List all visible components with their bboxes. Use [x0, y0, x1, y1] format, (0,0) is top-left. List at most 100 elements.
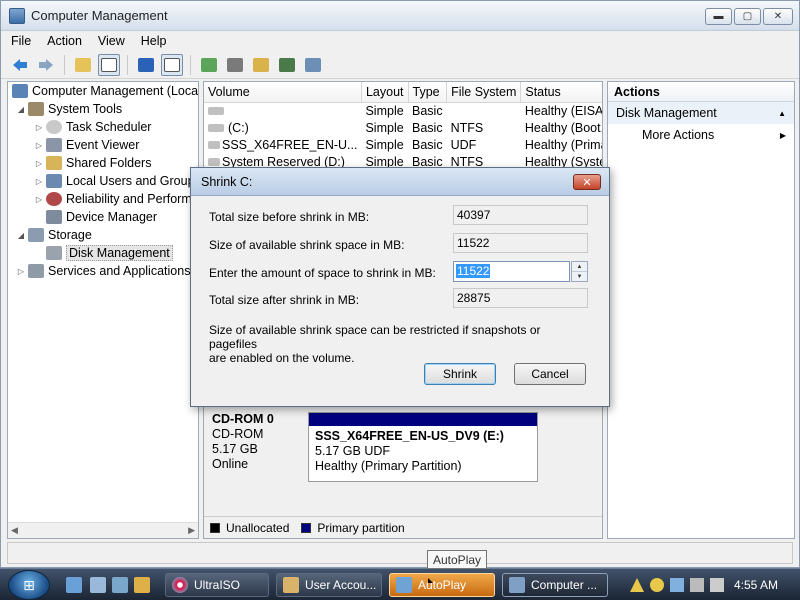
- expand-icon[interactable]: ▷: [34, 195, 44, 204]
- dialog-title-bar[interactable]: Shrink C:: [191, 168, 609, 196]
- properties-icon: [227, 57, 243, 72]
- column-header-volume[interactable]: Volume: [204, 82, 362, 103]
- total-after-value: 28875: [453, 288, 588, 308]
- show-desktop-icon[interactable]: [90, 577, 106, 593]
- actions-header: Actions: [608, 82, 794, 102]
- total-before-value: 40397: [453, 205, 588, 225]
- disk-map: CD-ROM 0 CD-ROM 5.17 GB Online SSS_X64FR…: [204, 402, 602, 522]
- up-one-level-button[interactable]: [72, 54, 94, 76]
- media-player-icon[interactable]: [134, 577, 150, 593]
- primary-partition-bar: [309, 413, 537, 426]
- table-row[interactable]: SSS_X64FREE_EN-U... Simple Basic UDF Hea…: [204, 136, 602, 153]
- column-header-layout[interactable]: Layout: [361, 82, 409, 103]
- switch-windows-icon[interactable]: [112, 577, 128, 593]
- minimize-button[interactable]: ▬: [705, 8, 732, 25]
- more-actions-item[interactable]: More Actions ▶: [608, 124, 794, 146]
- shrink-amount-label: Enter the amount of space to shrink in M…: [209, 266, 436, 280]
- collapse-icon[interactable]: ◢: [16, 231, 26, 240]
- spin-down-icon[interactable]: ▼: [572, 271, 587, 281]
- column-header-type[interactable]: Type: [408, 82, 448, 103]
- show-hide-tree-button[interactable]: [98, 53, 120, 76]
- maximize-button[interactable]: ▢: [734, 8, 761, 25]
- tree-item-task-scheduler[interactable]: ▷ Task Scheduler: [8, 118, 198, 136]
- back-button[interactable]: [9, 54, 31, 76]
- menu-file[interactable]: File: [11, 34, 31, 48]
- help-button[interactable]: [135, 54, 157, 76]
- table-row[interactable]: Simple Basic Healthy (EISA Con: [204, 102, 603, 119]
- expand-icon[interactable]: ▷: [34, 123, 44, 132]
- warning-icon[interactable]: [630, 578, 644, 592]
- file-system-cell: UDF: [450, 137, 477, 152]
- partition-block[interactable]: SSS_X64FREE_EN-US_DV9 (E:) 5.17 GB UDF H…: [308, 412, 538, 482]
- network-icon[interactable]: [670, 578, 684, 592]
- clock[interactable]: 4:55 AM: [734, 578, 778, 592]
- total-after-label: Total size after shrink in MB:: [209, 293, 360, 307]
- expand-icon[interactable]: ▷: [34, 159, 44, 168]
- tree-item-reliability[interactable]: ▷ Reliability and Perform: [8, 190, 198, 208]
- forward-button[interactable]: [35, 54, 57, 76]
- ie-quick-launch-icon[interactable]: [66, 577, 82, 593]
- tree-item-shared-folders[interactable]: ▷ Shared Folders: [8, 154, 198, 172]
- task-autoplay[interactable]: AutoPlay: [389, 573, 495, 597]
- shrink-amount-value: 11522: [456, 264, 491, 278]
- show-hide-action-pane-button[interactable]: [161, 53, 183, 76]
- task-ultraiso[interactable]: UltraISO: [165, 573, 269, 597]
- start-button[interactable]: ⊞: [8, 570, 50, 600]
- dialog-close-button[interactable]: ✕: [573, 174, 601, 190]
- spin-up-icon[interactable]: ▲: [572, 262, 587, 271]
- shared-folder-icon: [46, 156, 62, 170]
- tree-item-device-manager[interactable]: Device Manager: [8, 208, 198, 226]
- toolbar-separator: [190, 54, 191, 75]
- safely-remove-icon[interactable]: [710, 578, 724, 592]
- refresh-button[interactable]: [198, 54, 220, 76]
- volume-muted-icon[interactable]: [690, 578, 704, 592]
- task-computer-management[interactable]: Computer ...: [502, 573, 608, 597]
- shrink-button[interactable]: Shrink: [424, 363, 496, 385]
- properties-button[interactable]: [224, 54, 246, 76]
- expand-icon[interactable]: ▷: [34, 177, 44, 186]
- close-button[interactable]: ✕: [763, 8, 793, 25]
- tree-item-system-tools[interactable]: ◢ System Tools: [8, 100, 198, 118]
- shrink-amount-stepper[interactable]: ▲ ▼: [571, 261, 588, 282]
- menu-view[interactable]: View: [98, 34, 125, 48]
- column-header-file-system[interactable]: File System: [446, 82, 522, 103]
- tree-item-storage[interactable]: ◢ Storage: [8, 226, 198, 244]
- expand-icon[interactable]: ▷: [34, 141, 44, 150]
- cancel-button[interactable]: Cancel: [514, 363, 586, 385]
- open-button[interactable]: [250, 54, 272, 76]
- disk-label-cdrom-0[interactable]: CD-ROM 0 CD-ROM 5.17 GB Online: [208, 410, 304, 490]
- tree-item-computer-management[interactable]: Computer Management (Local: [8, 82, 198, 100]
- tree-item-local-users[interactable]: ▷ Local Users and Group: [8, 172, 198, 190]
- volume-name: SSS_X64FREE_EN-U...: [222, 137, 358, 152]
- tree-item-services-applications[interactable]: ▷ Services and Applications: [8, 262, 198, 280]
- window-title: Computer Management: [31, 8, 168, 23]
- scroll-left-icon[interactable]: ◀: [11, 525, 18, 536]
- show-hide-tree-icon: [101, 57, 117, 72]
- console-tree: Computer Management (Local ◢ System Tool…: [7, 81, 199, 539]
- collapse-arrow-icon[interactable]: ▲: [778, 109, 786, 118]
- drive-icon: [208, 141, 220, 150]
- primary-partition-swatch: [301, 522, 312, 533]
- expand-icon[interactable]: ▷: [16, 267, 26, 276]
- table-row[interactable]: (C:) Simple Basic NTFS Healthy (Boot, Pa…: [204, 119, 602, 136]
- security-shield-icon[interactable]: [650, 578, 664, 592]
- shrink-amount-input[interactable]: 11522: [453, 261, 570, 282]
- search-button[interactable]: [276, 54, 298, 76]
- horizontal-scrollbar[interactable]: ◀ ▶: [8, 522, 198, 538]
- actions-section-disk-management[interactable]: Disk Management ▲: [608, 102, 794, 124]
- disk-size: 5.17 GB: [212, 442, 258, 456]
- status-cell: Healthy (EISA Con: [524, 103, 603, 118]
- menu-action[interactable]: Action: [47, 34, 82, 48]
- toolbar-separator: [64, 54, 65, 75]
- export-list-button[interactable]: [302, 54, 324, 76]
- column-header-status[interactable]: Status: [520, 82, 602, 103]
- task-user-accounts[interactable]: User Accou...: [276, 573, 382, 597]
- collapse-icon[interactable]: ◢: [16, 105, 26, 114]
- tree-label: Computer Management (Local: [32, 84, 199, 98]
- performance-icon: [46, 192, 62, 206]
- tree-item-event-viewer[interactable]: ▷ Event Viewer: [8, 136, 198, 154]
- title-bar[interactable]: Computer Management ▬ ▢ ✕: [1, 1, 799, 31]
- scroll-right-icon[interactable]: ▶: [188, 525, 195, 536]
- menu-help[interactable]: Help: [141, 34, 167, 48]
- tree-item-disk-management[interactable]: Disk Management: [8, 244, 198, 262]
